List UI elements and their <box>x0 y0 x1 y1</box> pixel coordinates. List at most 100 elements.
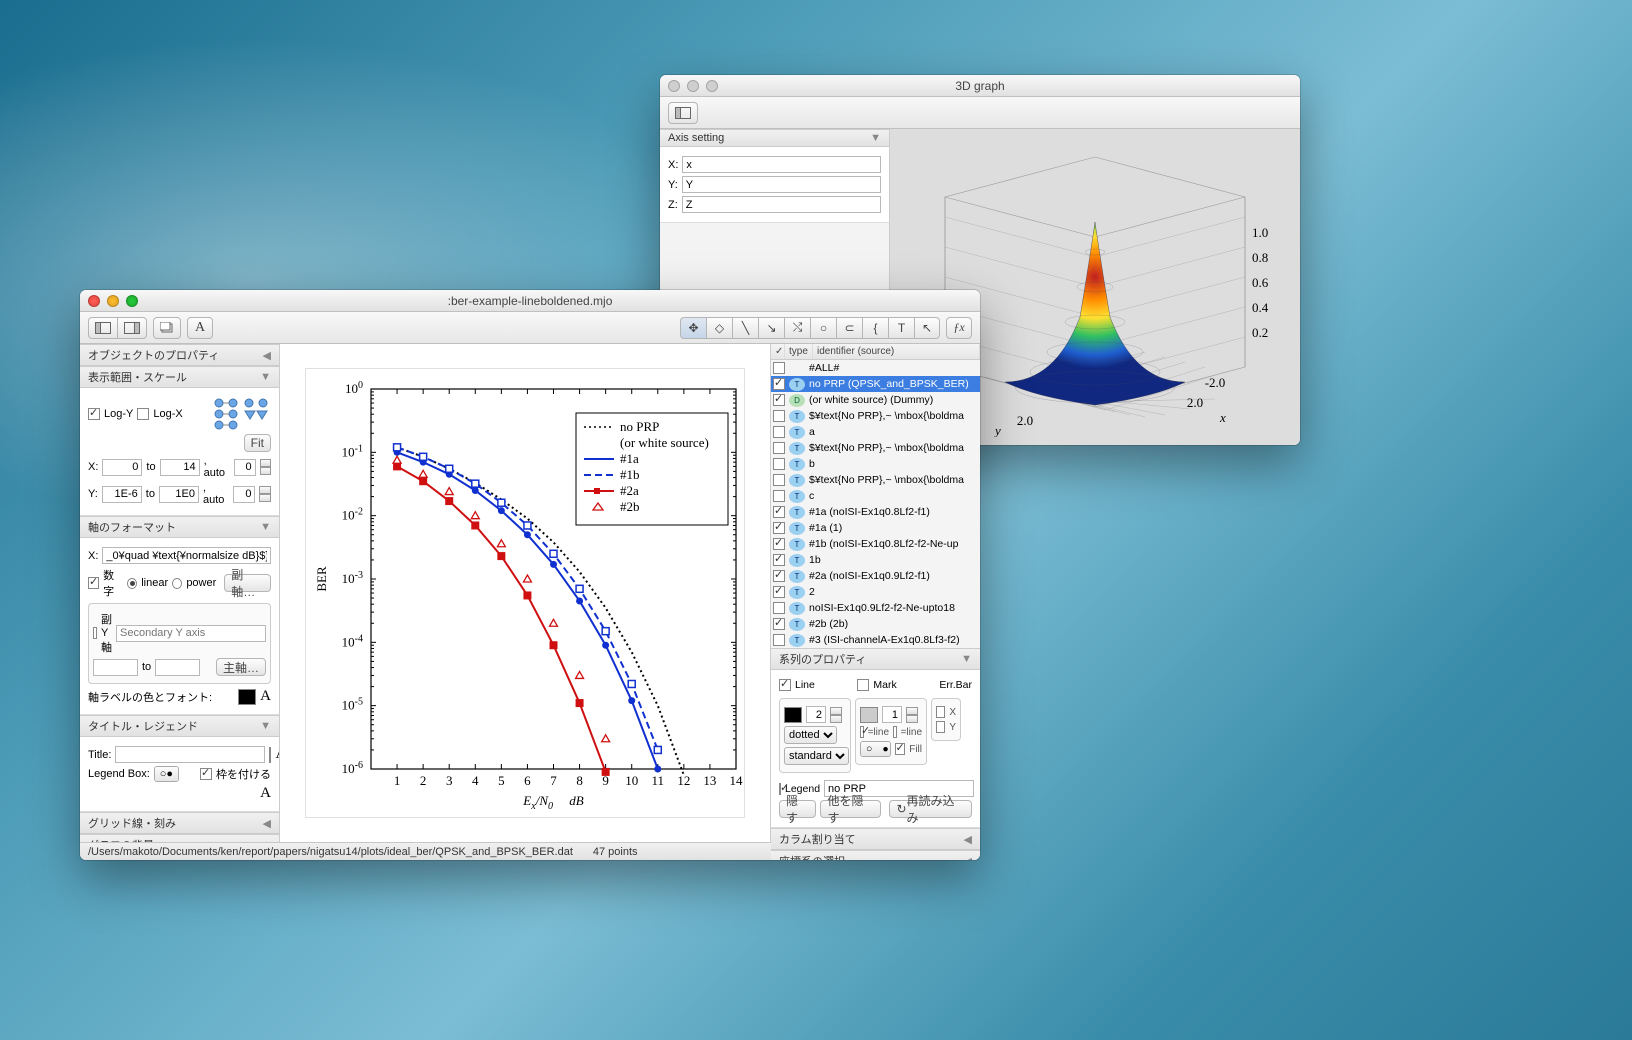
subaxis-button[interactable]: 副軸… <box>224 574 271 592</box>
object-row[interactable]: T #2b (2b) <box>771 616 980 632</box>
y-auto-stepper[interactable] <box>259 486 271 502</box>
arc-tool[interactable]: ⊂ <box>836 317 862 339</box>
object-row[interactable]: T 1b <box>771 552 980 568</box>
panel-axis-setting[interactable]: Axis setting▼ <box>660 129 889 147</box>
line-variant-select[interactable]: standard <box>784 747 849 765</box>
line-style-select[interactable]: dotted <box>784 726 837 744</box>
mark-checkbox[interactable] <box>857 679 869 691</box>
y-to-input[interactable] <box>159 486 199 503</box>
fit-button[interactable]: Fit <box>244 434 271 452</box>
errbar-y-checkbox[interactable] <box>936 721 945 733</box>
x-to-input[interactable] <box>160 459 200 476</box>
line-tool[interactable]: ╲ <box>732 317 758 339</box>
object-row[interactable]: T no PRP (QPSK_and_BPSK_BER) <box>771 376 980 392</box>
object-row[interactable]: T #3 (ISI-channelA-Ex1q0.8Lf3-f2) <box>771 632 980 648</box>
power-radio[interactable] <box>172 578 182 589</box>
sidebar-toggle-button[interactable] <box>668 102 698 124</box>
object-row[interactable]: T b <box>771 456 980 472</box>
object-row[interactable]: T #2a (noISI-Ex1q0.9Lf2-f1) <box>771 568 980 584</box>
object-list[interactable]: #ALL# T no PRP (QPSK_and_BPSK_BER) D (or… <box>771 360 980 648</box>
frame-checkbox[interactable] <box>200 768 212 780</box>
sidebar-left-toggle[interactable] <box>88 317 117 339</box>
line-color-well[interactable] <box>784 707 802 723</box>
object-row[interactable]: T #1a (noISI-Ex1q0.8Lf2-f1) <box>771 504 980 520</box>
panel-coord-select[interactable]: 座標系の選択◀ <box>771 850 980 860</box>
y-from-input[interactable] <box>102 486 142 503</box>
linear-radio[interactable] <box>127 578 137 589</box>
hide-others-button[interactable]: 他を隠す <box>820 800 881 818</box>
font-icon[interactable]: A <box>260 785 271 802</box>
eqline1-checkbox[interactable] <box>860 726 864 738</box>
title-color-well[interactable] <box>269 747 271 763</box>
object-row[interactable]: D (or white source) (Dummy) <box>771 392 980 408</box>
line-width-input[interactable] <box>806 706 826 723</box>
axis-y-input[interactable] <box>682 176 881 193</box>
object-row[interactable]: T $¥text{No PRP},~ \mbox{\boldma <box>771 408 980 424</box>
object-row[interactable]: T noISI-Ex1q0.9Lf2-f2-Ne-upto18 <box>771 600 980 616</box>
hide-button[interactable]: 隠す <box>779 800 816 818</box>
number-checkbox[interactable] <box>88 577 99 589</box>
legend-checkbox[interactable] <box>779 783 781 795</box>
object-row[interactable]: T #1b (noISI-Ex1q0.8Lf2-f2-Ne-up <box>771 536 980 552</box>
layers-button[interactable] <box>153 317 181 339</box>
panel-object-props[interactable]: オブジェクトのプロパティ◀ <box>80 344 279 366</box>
mark-size-stepper[interactable] <box>906 707 918 723</box>
panel-bg[interactable]: グラフの背景◀ <box>80 834 279 842</box>
titlebar-3d[interactable]: 3D graph <box>660 75 1300 97</box>
brace-tool[interactable]: { <box>862 317 888 339</box>
sec-from-input[interactable] <box>93 659 138 676</box>
text-tool[interactable]: T <box>888 317 914 339</box>
panel-title-legend[interactable]: タイトル・レジェンド▼ <box>80 715 279 737</box>
axis-z-input[interactable] <box>682 196 881 213</box>
axis-color-well[interactable] <box>238 689 256 705</box>
panel-series-props[interactable]: 系列のプロパティ▼ <box>771 648 980 670</box>
zoom-sliders-icon[interactable] <box>211 397 271 431</box>
line-width-stepper[interactable] <box>830 707 842 723</box>
object-row[interactable]: T c <box>771 488 980 504</box>
eqline2-checkbox[interactable] <box>893 726 897 738</box>
marker-shape-picker[interactable]: ○● <box>860 741 891 757</box>
line-checkbox[interactable] <box>779 679 791 691</box>
panel-range-scale[interactable]: 表示範囲・スケール▼ <box>80 366 279 388</box>
object-row[interactable]: #ALL# <box>771 360 980 376</box>
object-row[interactable]: T $¥text{No PRP},~ \mbox{\boldma <box>771 440 980 456</box>
object-row[interactable]: T 2 <box>771 584 980 600</box>
reload-button[interactable]: ↻ 再読み込み <box>889 800 972 818</box>
mark-color-well[interactable] <box>860 707 878 723</box>
eraser-tool[interactable]: ◇ <box>706 317 732 339</box>
arrow-tool[interactable]: ↘ <box>758 317 784 339</box>
x-from-input[interactable] <box>102 459 142 476</box>
log-y-checkbox[interactable] <box>88 408 100 420</box>
object-row[interactable]: T a <box>771 424 980 440</box>
font-button[interactable]: A <box>187 317 213 339</box>
legend-pos-grid[interactable]: ○● <box>154 766 179 782</box>
double-arrow-tool[interactable]: ⤭ <box>784 317 810 339</box>
mark-size-input[interactable] <box>882 706 902 723</box>
object-row[interactable]: T $¥text{No PRP},~ \mbox{\boldma <box>771 472 980 488</box>
x-auto-input[interactable] <box>234 459 256 476</box>
log-x-checkbox[interactable] <box>137 408 149 420</box>
panel-axis-format[interactable]: 軸のフォーマット▼ <box>80 516 279 538</box>
font-icon[interactable]: A <box>260 688 271 705</box>
sec-to-input[interactable] <box>155 659 200 676</box>
circle-tool[interactable]: ○ <box>810 317 836 339</box>
object-row[interactable]: T #1a (1) <box>771 520 980 536</box>
mainaxis-button[interactable]: 主軸… <box>216 658 266 676</box>
errbar-x-checkbox[interactable] <box>936 706 945 718</box>
move-tool[interactable]: ✥ <box>680 317 706 339</box>
panel-grid[interactable]: グリッド線・刻み◀ <box>80 812 279 834</box>
x-auto-stepper[interactable] <box>260 459 271 475</box>
panel-column-assign[interactable]: カラム割り当て◀ <box>771 828 980 850</box>
axis-format-x-input[interactable] <box>102 547 271 564</box>
fill-checkbox[interactable] <box>895 743 906 755</box>
plot-area[interactable]: 123456789101112131410-610-510-410-310-21… <box>280 344 770 842</box>
titlebar-main[interactable]: :ber-example-lineboldened.mjo <box>80 290 980 312</box>
axis-x-input[interactable] <box>682 156 881 173</box>
fx-button[interactable]: ƒx <box>946 317 972 339</box>
secondary-y-input[interactable] <box>116 625 266 642</box>
title-input[interactable] <box>115 746 265 763</box>
secondary-y-checkbox[interactable] <box>93 627 97 639</box>
y-auto-input[interactable] <box>233 486 255 503</box>
sidebar-right-toggle[interactable] <box>117 317 147 339</box>
pointer-tool[interactable]: ↖ <box>914 317 940 339</box>
